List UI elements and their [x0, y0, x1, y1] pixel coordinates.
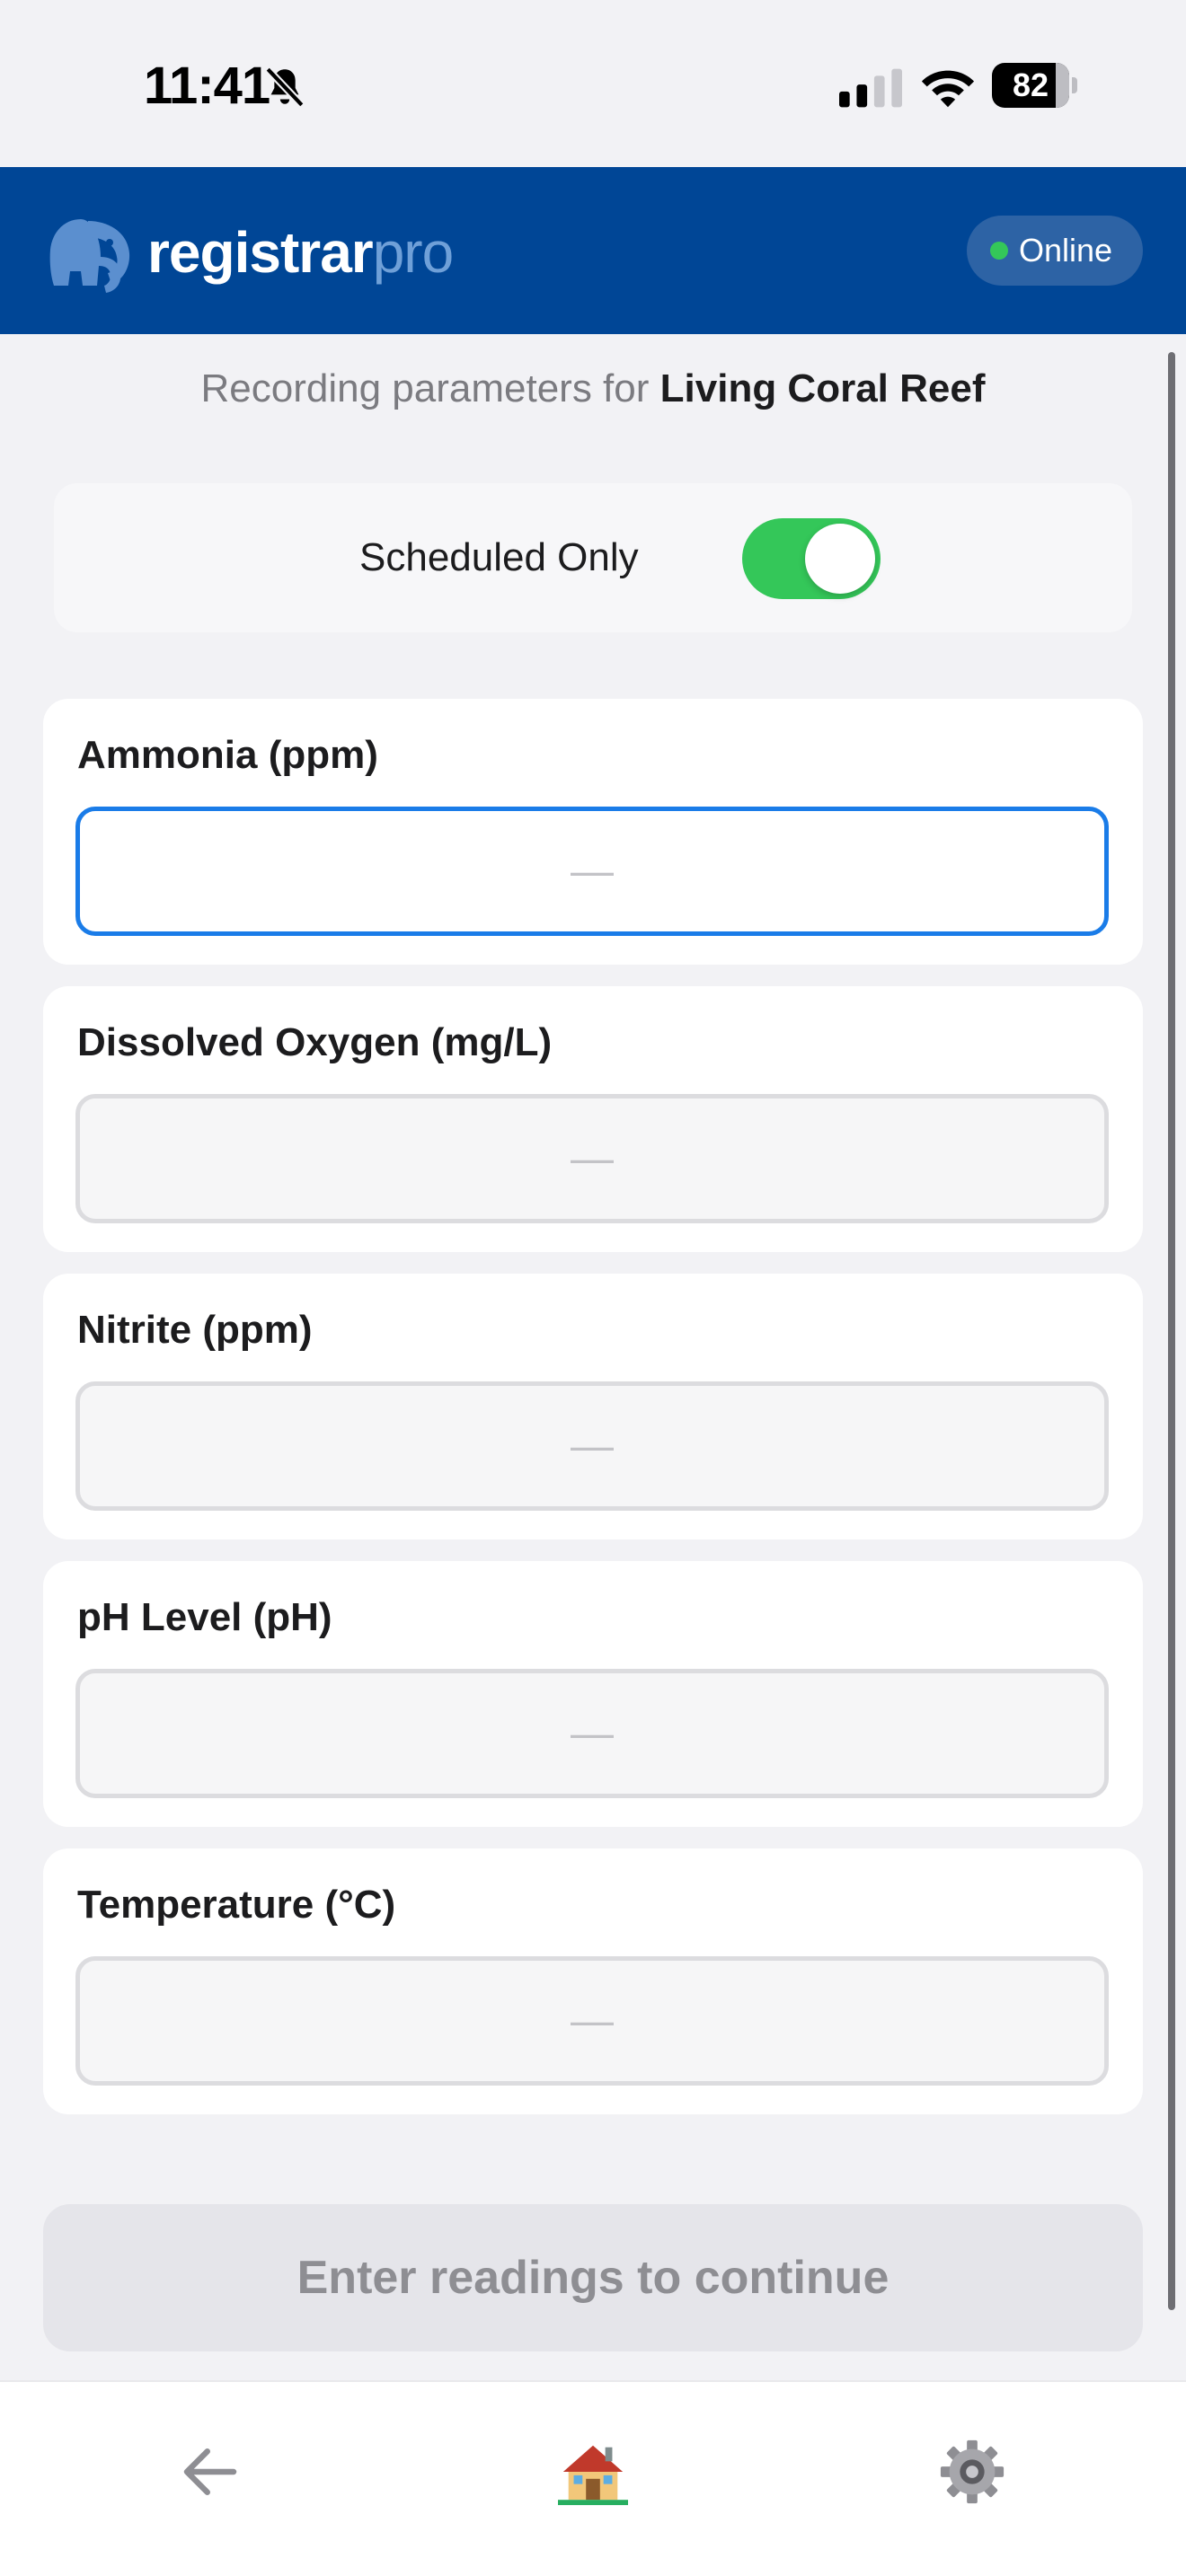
nav-back-button[interactable]: [156, 2382, 264, 2562]
nav-home-button[interactable]: [539, 2382, 647, 2562]
param-card-ammonia: Ammonia (ppm) —: [43, 699, 1143, 965]
connection-status-badge: Online: [967, 216, 1143, 286]
nav-settings-button[interactable]: [918, 2382, 1026, 2562]
scheduled-only-toggle[interactable]: [742, 518, 881, 599]
recording-subtitle: Recording parameters for Living Coral Re…: [0, 366, 1186, 411]
ph-level-input[interactable]: —: [75, 1669, 1109, 1798]
param-label: Dissolved Oxygen (mg/L): [77, 1020, 553, 1064]
battery-icon: 82: [992, 63, 1078, 108]
param-label: Temperature (°C): [77, 1883, 396, 1927]
param-label: Nitrite (ppm): [77, 1308, 313, 1352]
site-name: Living Coral Reef: [659, 366, 986, 410]
status-bar: 11:41 82: [0, 0, 1186, 167]
signal-icon: [839, 68, 902, 108]
schedule-toggle-label: Scheduled Only: [359, 535, 639, 579]
brand-wordmark: registrarpro: [147, 219, 454, 286]
nitrite-input[interactable]: —: [75, 1381, 1109, 1511]
input-placeholder: —: [571, 1997, 614, 2045]
app-screen: 11:41 82 registrarpro Online Recording p…: [0, 0, 1186, 2576]
home-icon: [558, 2445, 628, 2506]
param-card-dissolved-oxygen: Dissolved Oxygen (mg/L) —: [43, 986, 1143, 1252]
schedule-filter-card: Scheduled Only: [54, 483, 1132, 632]
connection-status-label: Online: [1019, 232, 1113, 269]
status-dot-icon: [990, 242, 1008, 260]
wifi-icon: [921, 70, 975, 108]
temperature-input[interactable]: —: [75, 1956, 1109, 2086]
bottom-nav: [0, 2380, 1186, 2576]
input-placeholder: —: [571, 847, 614, 895]
param-card-nitrite: Nitrite (ppm) —: [43, 1274, 1143, 1539]
param-card-ph-level: pH Level (pH) —: [43, 1561, 1143, 1827]
input-placeholder: —: [571, 1709, 614, 1758]
scrollbar[interactable]: [1168, 352, 1175, 2310]
ammonia-input[interactable]: —: [75, 807, 1109, 936]
toggle-knob: [805, 524, 875, 594]
brand-accent-text: pro: [372, 220, 454, 285]
brand-main-text: registrar: [147, 220, 374, 285]
status-time: 11:41: [144, 57, 270, 115]
app-header: registrarpro Online: [0, 167, 1186, 334]
bell-slash-icon: [265, 66, 305, 108]
elephant-logo-icon: [49, 219, 130, 293]
param-card-temperature: Temperature (°C) —: [43, 1848, 1143, 2114]
continue-button[interactable]: Enter readings to continue: [43, 2204, 1143, 2351]
gear-icon: [940, 2439, 1005, 2504]
input-placeholder: —: [571, 1422, 614, 1470]
back-arrow-icon: [183, 2448, 237, 2495]
input-placeholder: —: [571, 1134, 614, 1183]
dissolved-oxygen-input[interactable]: —: [75, 1094, 1109, 1223]
param-label: pH Level (pH): [77, 1595, 332, 1639]
recording-prefix: Recording parameters for: [200, 366, 650, 410]
param-label: Ammonia (ppm): [77, 733, 378, 777]
battery-level: 82: [1012, 66, 1049, 103]
